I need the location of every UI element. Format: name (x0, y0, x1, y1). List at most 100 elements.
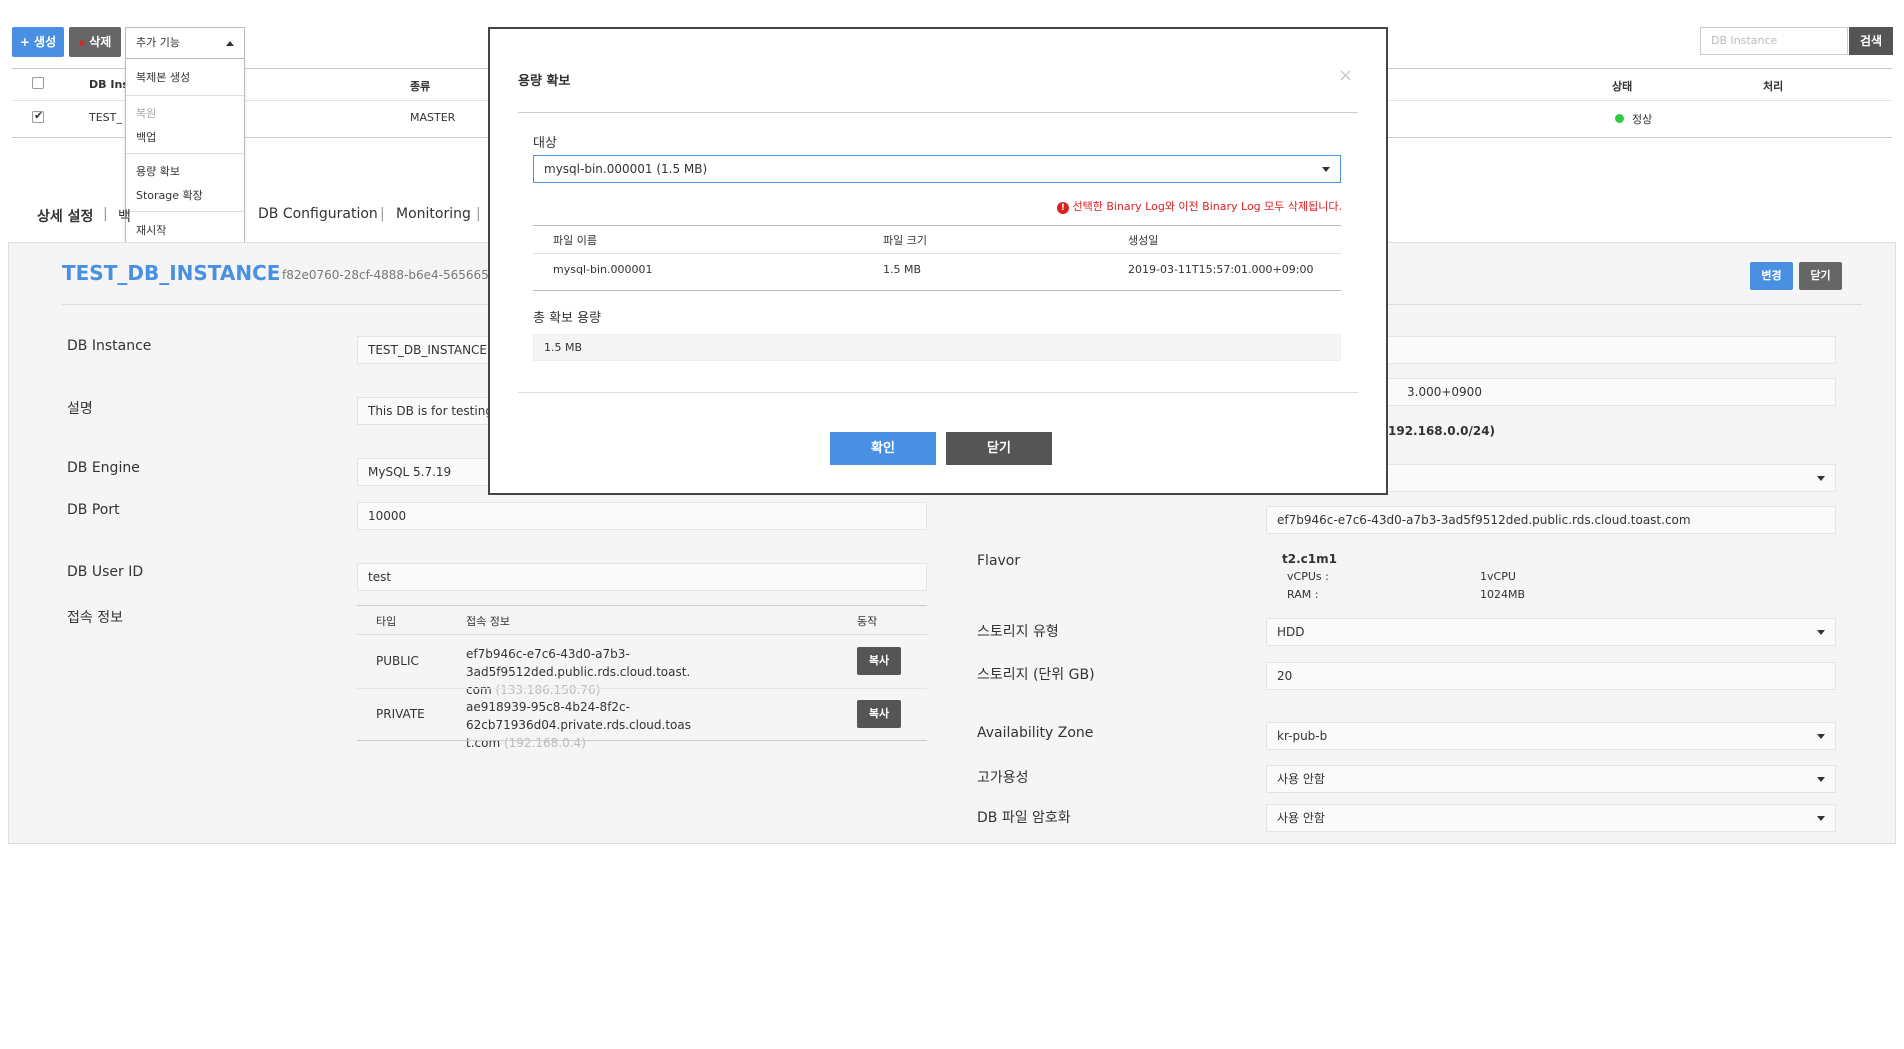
file-col-size: 파일 크기 (883, 234, 927, 247)
row-instance-name[interactable]: TEST_ (89, 111, 122, 124)
storage-type-value: HDD (1277, 625, 1305, 639)
file-col-name: 파일 이름 (553, 234, 597, 247)
chevron-down-icon (1817, 734, 1825, 739)
copy-private-button[interactable]: 복사 (857, 700, 901, 728)
subnet-value: 192.168.0.0/24) (1388, 424, 1496, 438)
encryption-select[interactable]: 사용 안함 (1266, 804, 1836, 832)
chevron-down-icon (1817, 630, 1825, 635)
file-table-top (533, 225, 1341, 226)
modal-header-divider (518, 112, 1358, 113)
menu-item-replica[interactable]: 복제본 생성 (136, 69, 190, 85)
create-button[interactable]: + 생성 (12, 27, 64, 57)
search-button[interactable]: 검색 (1849, 27, 1893, 55)
target-value: mysql-bin.000001 (1.5 MB) (544, 162, 708, 176)
menu-item-restart[interactable]: 재시작 (136, 222, 166, 238)
menu-item-free-space[interactable]: 용량 확보 (136, 163, 180, 179)
copy-public-button[interactable]: 복사 (857, 647, 901, 675)
az-select[interactable]: kr-pub-b (1266, 722, 1836, 750)
conn-host-line2: t.com (192.168.0.4) (466, 734, 846, 752)
storage-type-select[interactable]: HDD (1266, 618, 1836, 646)
edit-button[interactable]: 변경 (1750, 262, 1793, 290)
db-instance-label: DB Instance (67, 338, 152, 354)
warning-message: ! 선택한 Binary Log와 이전 Binary Log 모두 삭제됩니다… (1056, 198, 1342, 214)
menu-item-backup[interactable]: 백업 (136, 129, 156, 145)
ha-label: 고가용성 (977, 770, 1029, 786)
select-all-checkbox[interactable] (32, 77, 44, 89)
conn-col-action: 동작 (857, 615, 878, 628)
connection-table: 타입 접속 정보 동작 PUBLIC ef7b946c-e7c6-43d0-a7… (357, 605, 927, 750)
conn-row-host: ae918939-95c8-4b24-8f2c-62cb71936d04.pri… (466, 698, 846, 752)
tab-backup[interactable]: 백 (118, 206, 131, 226)
ha-select[interactable]: 사용 안함 (1266, 765, 1836, 793)
chevron-down-icon (1817, 777, 1825, 782)
check-icon: ✔ (34, 109, 44, 122)
file-row-name: mysql-bin.000001 (553, 263, 653, 276)
flavor-name: t2.c1m1 (1282, 552, 1337, 566)
col-status: 상태 (1612, 80, 1633, 93)
total-label: 총 확보 용량 (533, 311, 602, 326)
chevron-down-icon (1322, 167, 1330, 172)
tab-detail-settings[interactable]: 상세 설정 (37, 206, 93, 226)
warning-icon: ! (1056, 202, 1069, 214)
cancel-button[interactable]: 닫기 (946, 432, 1052, 465)
conn-table-bottom (357, 740, 927, 741)
total-value: 1.5 MB (533, 334, 1341, 361)
close-icon[interactable]: × (1338, 65, 1353, 86)
menu-item-restore: 복원 (136, 107, 157, 120)
warning-text: 선택한 Binary Log와 이전 Binary Log 모두 삭제됩니다. (1072, 200, 1342, 213)
confirm-button[interactable]: 확인 (830, 432, 936, 465)
conn-host-tail: t.com (466, 736, 501, 750)
more-features-dropdown[interactable]: 추가 기능 (125, 27, 245, 59)
instance-id: f82e0760-28cf-4888-b6e4-5656650 (282, 268, 497, 282)
conn-table-top (357, 605, 927, 606)
file-row-size: 1.5 MB (883, 263, 922, 276)
col-action: 처리 (1763, 80, 1784, 93)
conn-host-line1: ae918939-95c8-4b24-8f2c-62cb71936d04.pri… (466, 700, 691, 732)
chevron-down-icon (1817, 816, 1825, 821)
conn-host-line1: ef7b946c-e7c6-43d0-a7b3-3ad5f9512ded.pub… (466, 647, 691, 679)
tab-db-configuration[interactable]: DB Configuration (258, 206, 378, 222)
conn-host-line2: com (133.186.150.76) (466, 681, 846, 699)
conn-table-header-border (357, 634, 927, 635)
conn-row-border (357, 688, 927, 689)
db-user-label: DB User ID (67, 564, 144, 580)
db-port-label: DB Port (67, 502, 120, 518)
delete-x-icon: x (78, 38, 86, 49)
tab-separator: | (380, 206, 385, 222)
chevron-down-icon (1817, 476, 1825, 481)
flavor-vcpu-value: 1vCPU (1480, 570, 1516, 583)
storage-type-label: 스토리지 유형 (977, 624, 1059, 640)
created-at-value: 3.000+0900 (1407, 385, 1482, 399)
row-checkbox[interactable]: ✔ (32, 109, 44, 123)
delete-button[interactable]: x 삭제 (69, 27, 121, 57)
db-port-field[interactable]: 10000 (357, 502, 927, 530)
flavor-vcpu-label: vCPUs : (1287, 570, 1329, 583)
conn-ip: (192.168.0.4) (503, 736, 586, 750)
flavor-ram-label: RAM : (1287, 588, 1319, 601)
storage-size-field[interactable]: 20 (1266, 662, 1836, 690)
az-value: kr-pub-b (1277, 729, 1328, 743)
storage-size-label: 스토리지 (단위 GB) (977, 667, 1095, 683)
menu-divider (126, 153, 244, 154)
conn-row-host: ef7b946c-e7c6-43d0-a7b3-3ad5f9512ded.pub… (466, 645, 846, 699)
more-features-menu: 복제본 생성 복원 백업 용량 확보 Storage 확장 재시작 (125, 58, 245, 252)
modal-title: 용량 확보 (518, 74, 571, 89)
connection-info-label: 접속 정보 (67, 610, 123, 626)
target-label: 대상 (533, 136, 557, 151)
ha-value: 사용 안함 (1277, 772, 1325, 786)
file-row-date: 2019-03-11T15:57:01.000+09:00 (1128, 263, 1314, 276)
free-space-modal: 용량 확보 × 대상 mysql-bin.000001 (1.5 MB) ! 선… (488, 27, 1388, 495)
domain-field: ef7b946c-e7c6-43d0-a7b3-3ad5f9512ded.pub… (1266, 506, 1836, 534)
delete-label: 삭제 (89, 35, 112, 49)
search-input[interactable]: DB Instance (1700, 27, 1848, 55)
menu-item-storage-expand[interactable]: Storage 확장 (136, 187, 203, 203)
more-features-label: 추가 기능 (136, 36, 180, 49)
description-label: 설명 (67, 401, 93, 417)
target-select[interactable]: mysql-bin.000001 (1.5 MB) (533, 155, 1341, 183)
tab-monitoring[interactable]: Monitoring (396, 206, 471, 222)
conn-col-type: 타입 (376, 615, 397, 628)
tab-separator: | (103, 206, 108, 222)
close-detail-button[interactable]: 닫기 (1799, 262, 1842, 290)
menu-divider (126, 95, 244, 96)
tab-separator: | (476, 206, 481, 222)
